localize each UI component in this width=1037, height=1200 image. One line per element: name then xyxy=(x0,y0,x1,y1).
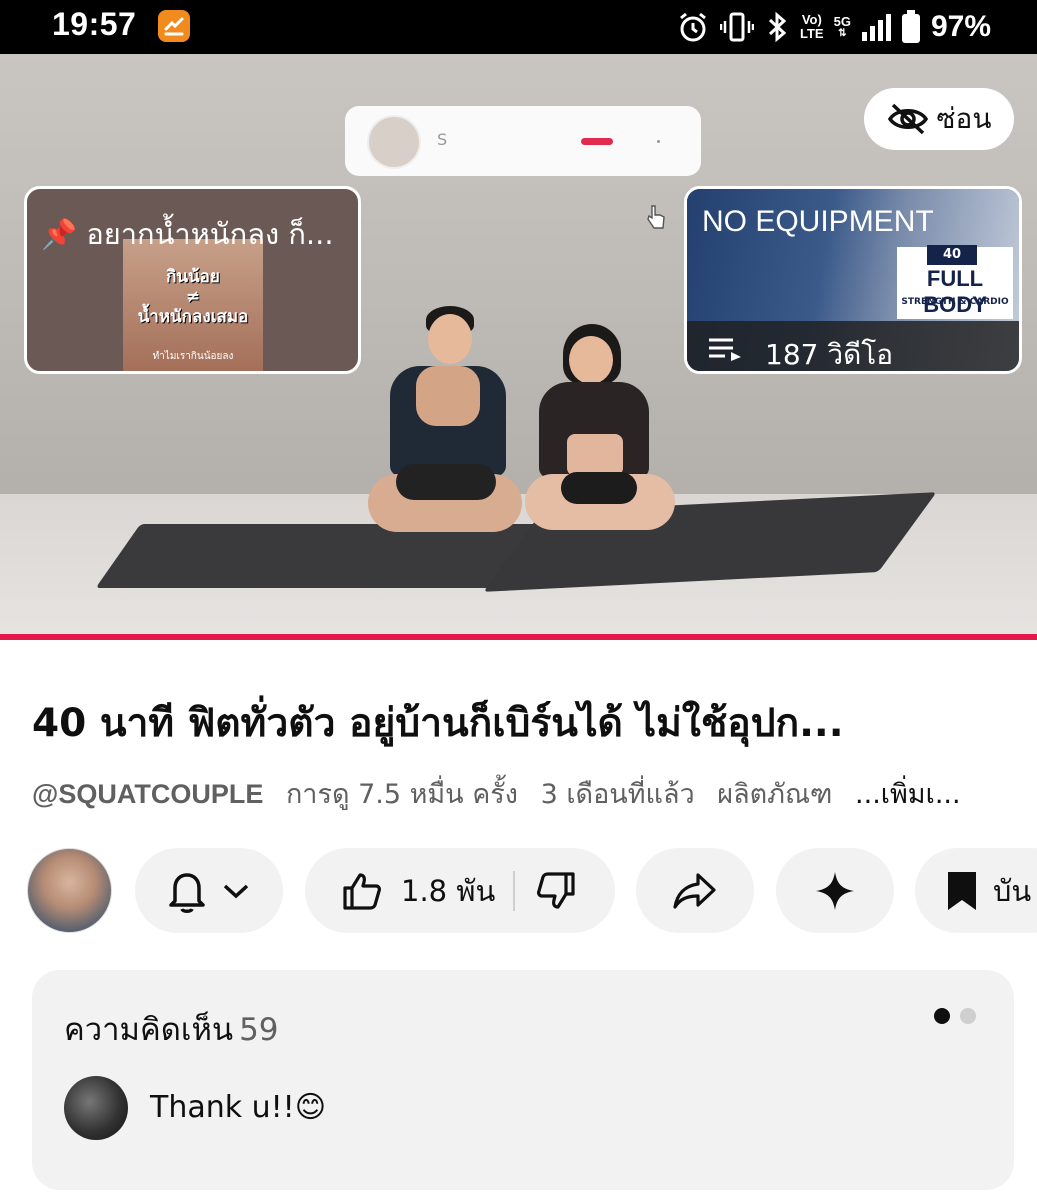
commenter-avatar xyxy=(64,1076,128,1140)
status-time: 19:57 xyxy=(52,6,137,42)
notification-button[interactable] xyxy=(135,848,283,933)
pager-dot-active xyxy=(934,1008,950,1024)
volte-label: Vo) LTE xyxy=(800,12,824,41)
channel-watermark-avatar xyxy=(367,115,421,169)
like-button[interactable]: 1.8 พัน xyxy=(305,868,495,914)
save-label: บัน xyxy=(993,873,1032,908)
watermark-dot xyxy=(657,140,660,143)
like-count: 1.8 พัน xyxy=(401,873,496,908)
hide-label: ซ่อน xyxy=(936,102,992,135)
save-button[interactable]: บัน xyxy=(915,848,1037,933)
comment-text: Thank u!!😊 xyxy=(150,1090,326,1125)
sparkle-icon xyxy=(816,871,854,910)
view-count: การดู 7.5 หมื่น ครั้ง xyxy=(285,779,518,810)
channel-avatar[interactable] xyxy=(27,848,112,933)
app-notification-icon xyxy=(158,10,190,42)
more-link[interactable]: ...เพิ่มเ... xyxy=(855,779,961,810)
pin-icon: 📌 xyxy=(41,217,78,251)
share-icon xyxy=(673,872,716,909)
end-card-title: 📌 อยากน้ำหนักลง ก็... xyxy=(41,217,334,251)
end-card-thumbnail: กินน้อย ≠ น้ำหนักลงเสมอ ทำไมเรากินน้อยลง xyxy=(123,239,263,371)
end-card-video[interactable]: กินน้อย ≠ น้ำหนักลงเสมอ ทำไมเรากินน้อยลง 📌… xyxy=(24,186,361,374)
vibrate-icon xyxy=(720,12,755,42)
comments-pager xyxy=(934,1008,976,1024)
video-player[interactable]: S ซ่อน กินน้อย ≠ น้ำหนักลงเสมอ ทำไมเรากินน… xyxy=(0,54,1037,636)
products-label: ผลิตภัณฑ xyxy=(717,779,833,810)
comments-count: 59 xyxy=(239,1012,279,1048)
alarm-icon xyxy=(680,12,706,42)
status-right: Vo) LTE 5G ⇅ 97% xyxy=(676,8,991,46)
bookmark-icon xyxy=(948,871,976,910)
playlist-badge: 40 MIN FULL BODY STRENGTH & CARDIO xyxy=(897,245,1013,319)
comments-heading: ความคิดเห็น 59 xyxy=(64,1012,279,1048)
playlist-icon xyxy=(709,338,741,361)
ask-ai-button[interactable] xyxy=(776,848,894,933)
signal-label: 5G ⇅ xyxy=(833,14,851,39)
share-button[interactable] xyxy=(636,848,754,933)
end-card-playlist[interactable]: NO EQUIPMENT 40 MIN FULL BODY STRENGTH &… xyxy=(684,186,1022,374)
channel-handle[interactable]: @SQUATCOUPLE xyxy=(32,779,263,809)
video-meta[interactable]: @SQUATCOUPLE การดู 7.5 หมื่น ครั้ง 3 เดื… xyxy=(32,772,1022,815)
hide-cards-button[interactable]: ซ่อน xyxy=(864,88,1014,150)
channel-watermark-name: S xyxy=(437,130,448,149)
pager-dot xyxy=(960,1008,976,1024)
bluetooth-icon xyxy=(768,11,787,43)
bell-icon xyxy=(169,872,205,913)
chevron-down-icon xyxy=(223,884,249,898)
eye-off-icon xyxy=(887,103,928,135)
thumbs-up-icon xyxy=(343,872,381,910)
like-dislike-group: 1.8 พัน xyxy=(305,848,615,933)
hand-cursor-icon xyxy=(647,205,665,229)
video-person xyxy=(360,304,530,554)
playlist-count: 187 วิดีโอ xyxy=(765,338,894,371)
video-details-sheet: 40 นาที ฟิตทั่วตัว อยู่บ้านก็เบิร์นได้ ไ… xyxy=(0,640,1037,1200)
comments-panel[interactable]: ความคิดเห็น 59 Thank u!!😊 xyxy=(32,970,1014,1190)
playlist-title: NO EQUIPMENT xyxy=(702,205,934,238)
upload-age: 3 เดือนที่แล้ว xyxy=(540,779,695,810)
video-title[interactable]: 40 นาที ฟิตทั่วตัว อยู่บ้านก็เบิร์นได้ ไ… xyxy=(32,692,1022,754)
thumbs-down-icon[interactable] xyxy=(535,870,577,912)
like-divider xyxy=(513,870,516,911)
action-row: 1.8 พัน บัน xyxy=(0,848,1037,934)
video-person xyxy=(525,324,680,554)
signal-icon xyxy=(861,14,891,41)
status-bar: 19:57 Vo) LTE 5G ⇅ 97% xyxy=(0,0,1037,54)
battery-icon xyxy=(901,10,920,43)
playlist-strip: 187 วิดีโอ xyxy=(687,321,1019,371)
subscribe-pill[interactable] xyxy=(581,138,613,145)
channel-watermark[interactable]: S xyxy=(345,106,701,176)
battery-percent: 97% xyxy=(930,10,991,43)
